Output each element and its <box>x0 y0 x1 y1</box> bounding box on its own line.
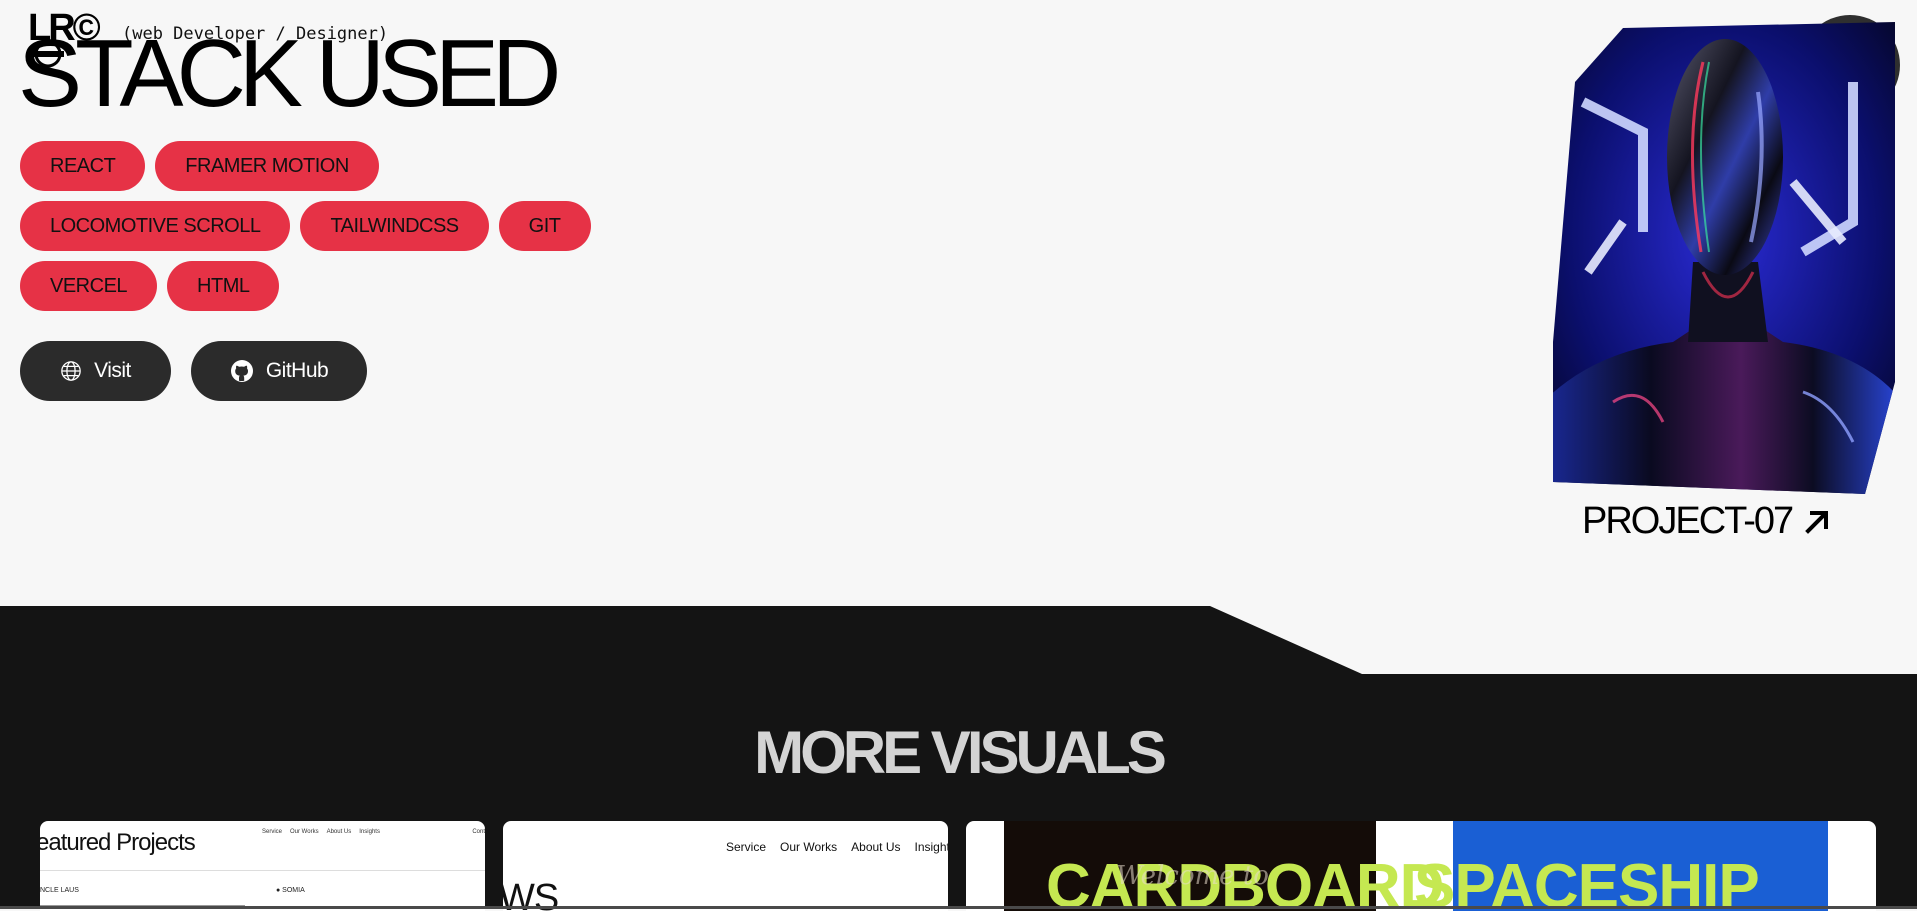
thumb-title: eatured Projects <box>40 829 196 856</box>
visual-thumb-ws[interactable]: Service Our Works About Us Insights WS <box>503 821 948 911</box>
tag-git: GIT <box>498 201 591 251</box>
more-visuals-heading: MORE VISUALS <box>754 719 1167 786</box>
thumb-divider <box>40 870 485 871</box>
visual-thumb-cardboard-spaceship[interactable]: CARDBOARD Welcome to SPACESHIP <box>966 821 1876 911</box>
arrow-up-right-icon <box>1805 510 1829 534</box>
visual-thumb-featured-projects[interactable]: eatured Projects Service Our Works About… <box>40 821 485 911</box>
thumb-nav: Service Our Works About Us Insights <box>726 840 948 854</box>
github-label: GitHub <box>265 359 329 382</box>
project-link[interactable]: PROJECT-07 <box>1582 500 1832 543</box>
tag-html: HTML <box>167 261 280 311</box>
tag-locomotive-scroll: LOCOMOTIVE SCROLL <box>20 201 291 251</box>
project-actions: Visit GitHub <box>20 341 367 401</box>
tag-row: LOCOMOTIVE SCROLL TAILWINDCSS GIT <box>20 201 640 251</box>
github-icon <box>230 360 253 382</box>
visit-button[interactable]: Visit <box>20 341 171 401</box>
github-button[interactable]: GitHub <box>191 341 367 401</box>
thumb-corner-text: Cont <box>472 829 485 835</box>
cursive-overlay: Welcome to <box>1116 861 1269 891</box>
globe-icon <box>61 361 81 381</box>
project-image[interactable] <box>1553 22 1895 494</box>
thumb-nav: Service Our Works About Us Insights <box>262 829 380 835</box>
tag-framer-motion: FRAMER MOTION <box>155 141 379 191</box>
thumb-label: ● SOMIA <box>276 887 305 894</box>
stack-tags: REACT FRAMER MOTION LOCOMOTIVE SCROLL TA… <box>20 141 640 321</box>
spaceship-word: SPACESHIP <box>1414 852 1760 911</box>
visit-label: Visit <box>94 359 131 382</box>
tag-vercel: VERCEL <box>20 261 158 311</box>
thumb-label: NCLE LAUS <box>40 887 79 894</box>
stack-heading: STACK USED <box>18 20 561 127</box>
tag-react: REACT <box>20 141 146 191</box>
project-label: PROJECT-07 <box>1582 500 1794 542</box>
tag-tailwindcss: TAILWINDCSS <box>300 201 489 251</box>
tag-row: VERCEL HTML <box>20 261 640 311</box>
tag-row: REACT FRAMER MOTION <box>20 141 640 191</box>
visuals-gallery: eatured Projects Service Our Works About… <box>40 821 1876 911</box>
